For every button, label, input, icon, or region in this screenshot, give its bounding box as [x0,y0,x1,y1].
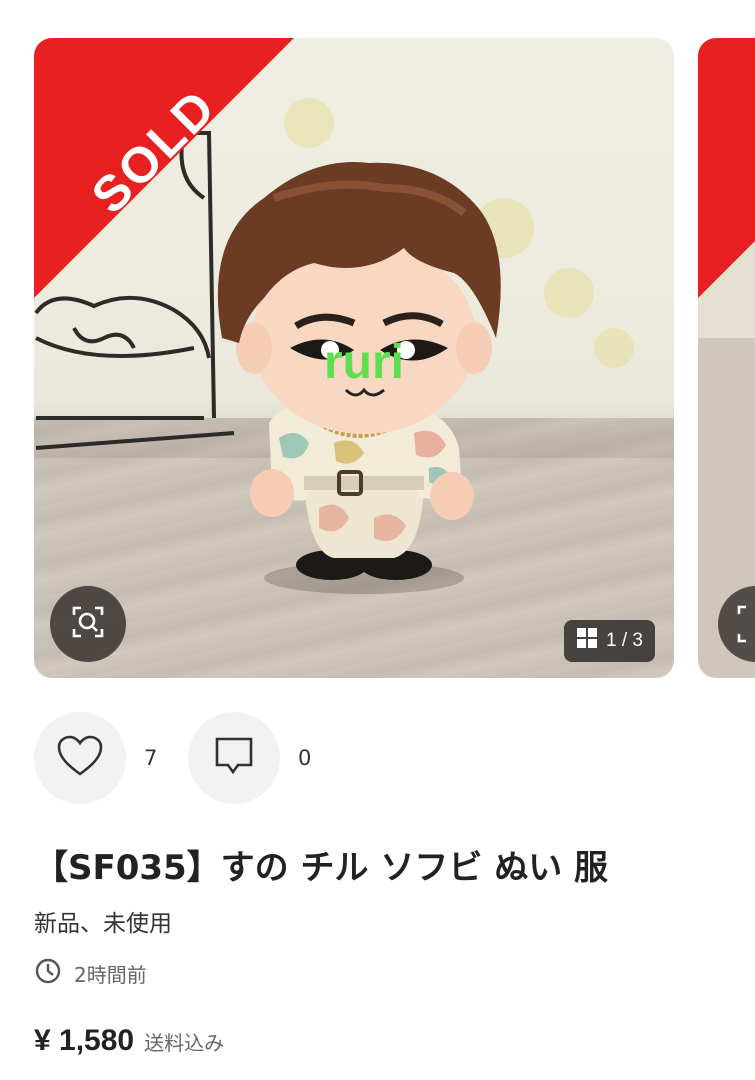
comments-count: 0 [298,746,312,770]
watermark-text: ruri [324,336,404,389]
image-counter[interactable]: 1 / 3 [564,620,655,662]
next-zoom-button[interactable] [718,586,755,662]
next-sold-badge [698,38,755,298]
zoom-search-icon [71,605,105,643]
item-title: 【SF035】すの チル ソフビ ぬい 服 [34,848,609,888]
posted-time: 2時間前 [34,957,147,989]
item-detail-page: ruri SOLD 1 / 3 7 0 【SF035】すの チル ソフビ ぬい … [0,0,755,1080]
comment-icon [214,736,254,780]
next-product-image[interactable]: SO [698,38,755,678]
product-image[interactable]: ruri SOLD 1 / 3 [34,38,674,678]
heart-icon [56,734,104,782]
grid-icon [576,627,598,655]
clock-icon [34,957,62,989]
zoom-button[interactable] [50,586,126,662]
shipping-label: 送料込み [144,1031,225,1055]
price-row: ¥ 1,580 送料込み [34,1024,224,1058]
image-counter-text: 1 / 3 [606,630,643,651]
posted-time-text: 2時間前 [74,962,147,987]
action-bar: 7 0 [34,712,342,804]
image-carousel[interactable]: ruri SOLD 1 / 3 [0,38,755,678]
likes-count: 7 [144,746,158,770]
comment-button[interactable] [188,712,280,804]
like-button[interactable] [34,712,126,804]
item-price: ¥ 1,580 [34,1024,135,1057]
item-condition: 新品、未使用 [34,911,172,937]
